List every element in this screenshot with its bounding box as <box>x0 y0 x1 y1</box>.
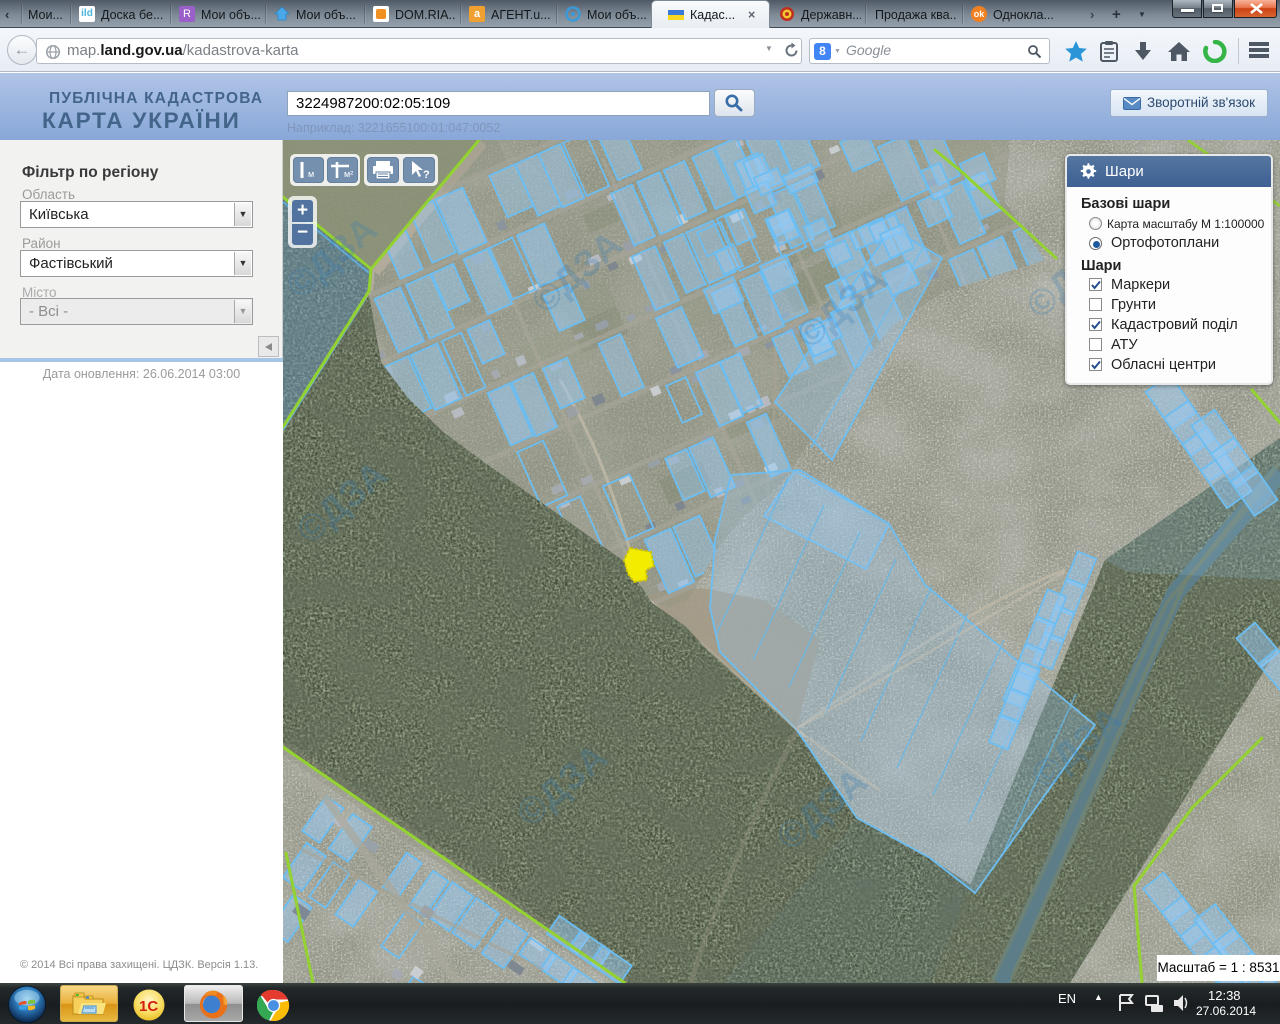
svg-text:?: ? <box>423 169 430 181</box>
svg-text:м: м <box>308 169 314 179</box>
svg-text:1С: 1С <box>139 998 158 1015</box>
svg-text:м²: м² <box>344 169 353 179</box>
